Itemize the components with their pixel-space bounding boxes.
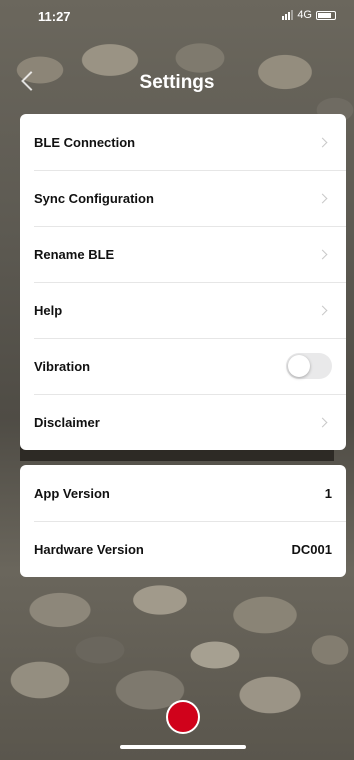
status-indicators: 4G: [282, 9, 336, 21]
hardware-version-value: DC001: [291, 541, 332, 557]
settings-row-disclaimer[interactable]: Disclaimer: [20, 394, 346, 450]
app-version-value: 1: [324, 485, 332, 501]
chevron-right-icon: [317, 193, 328, 203]
row-label: Sync Configuration: [34, 190, 154, 206]
settings-row-sync-configuration[interactable]: Sync Configuration: [20, 170, 346, 226]
home-indicator[interactable]: [120, 745, 246, 749]
status-time: 11:27: [38, 9, 71, 24]
settings-card: BLE Connection Sync Configuration Rename…: [20, 114, 346, 450]
status-bar: 11:27 4G: [0, 0, 354, 30]
row-label: Disclaimer: [34, 414, 100, 430]
row-label: App Version: [34, 485, 110, 501]
chevron-right-icon: [317, 249, 328, 259]
row-label: Help: [34, 302, 63, 318]
row-label: BLE Connection: [34, 134, 136, 150]
row-label: Vibration: [34, 358, 91, 374]
row-label: Hardware Version: [34, 541, 144, 557]
signal-icon: [282, 10, 294, 20]
brand-logo-icon: [166, 700, 200, 734]
info-row-app-version: App Version 1: [20, 465, 346, 521]
toggle-knob: [288, 355, 310, 377]
row-label: Rename BLE: [34, 246, 115, 262]
chevron-right-icon: [317, 137, 328, 147]
network-label: 4G: [297, 9, 312, 21]
info-row-hardware-version: Hardware Version DC001: [20, 521, 346, 577]
chevron-right-icon: [317, 417, 328, 427]
settings-row-vibration: Vibration: [20, 338, 346, 394]
page-title: Settings: [139, 72, 215, 93]
settings-row-rename-ble[interactable]: Rename BLE: [20, 226, 346, 282]
vibration-toggle[interactable]: [286, 353, 332, 379]
settings-row-help[interactable]: Help: [20, 282, 346, 338]
chevron-right-icon: [317, 305, 328, 315]
battery-icon: [316, 10, 336, 20]
settings-row-ble-connection[interactable]: BLE Connection: [20, 114, 346, 170]
info-card: App Version 1 Hardware Version DC001: [20, 465, 346, 577]
